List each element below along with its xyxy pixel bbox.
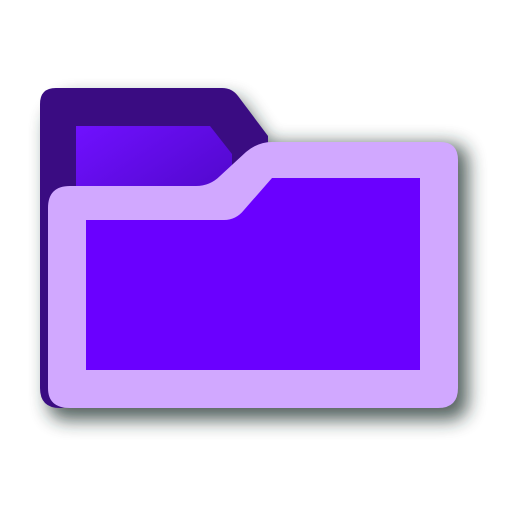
- folder-icon: [40, 88, 468, 420]
- folder-icon-canvas: [0, 0, 512, 512]
